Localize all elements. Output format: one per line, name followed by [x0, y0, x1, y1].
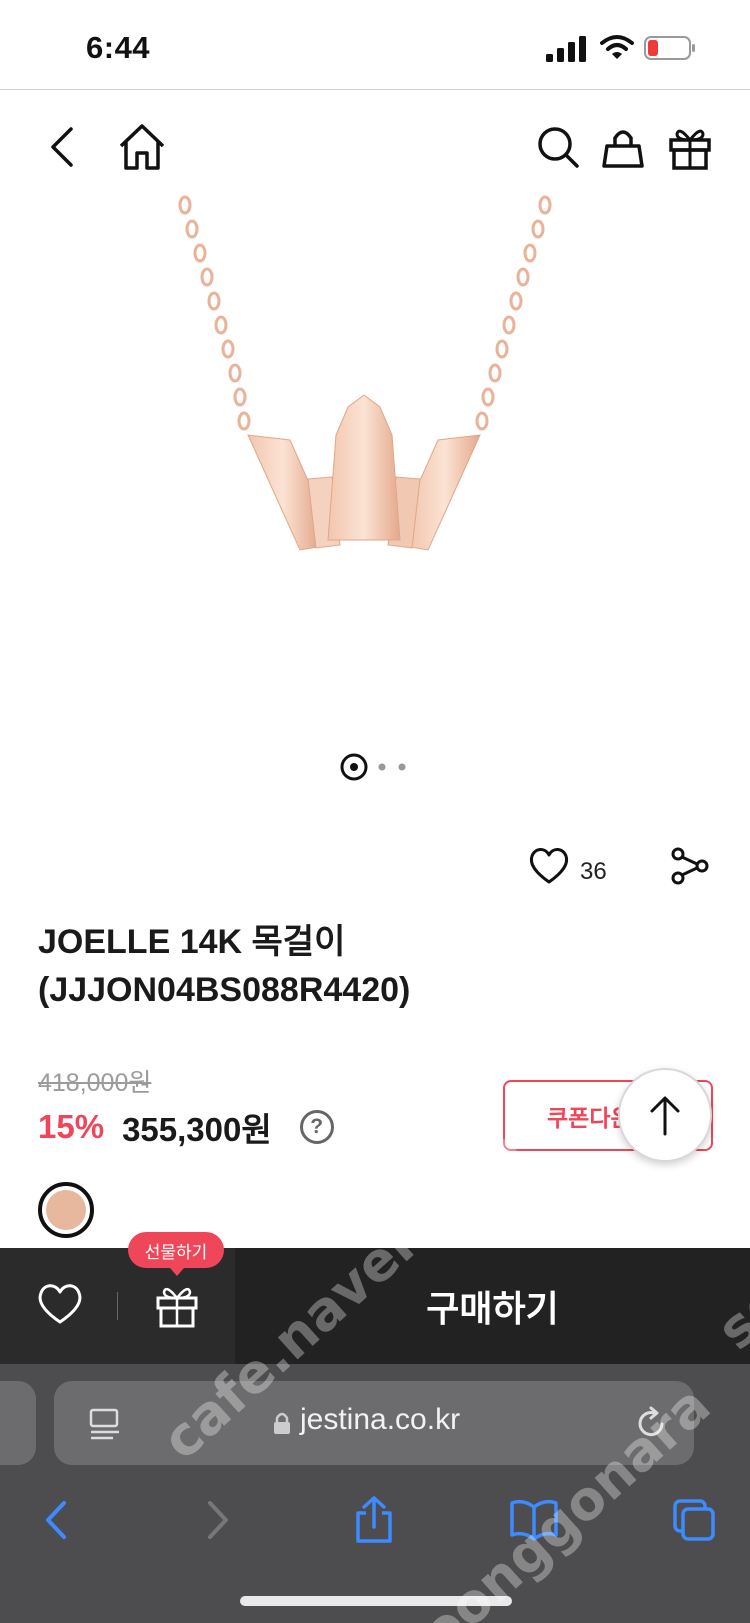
back-icon: [51, 127, 73, 167]
battery-icon: [644, 36, 695, 60]
status-time: 6:44: [86, 30, 151, 65]
carousel-dot: [398, 763, 406, 771]
gift-icon: [156, 1287, 198, 1328]
price-row: 15% 355,300원 ?: [38, 1102, 334, 1152]
cart-button[interactable]: [597, 121, 649, 173]
browser-back-button[interactable]: [30, 1494, 82, 1546]
reader-icon[interactable]: [88, 1407, 122, 1441]
tabs-icon: [673, 1499, 715, 1541]
wishlist-button[interactable]: [32, 1276, 88, 1332]
wifi-icon: [600, 35, 634, 59]
browser-chrome: jestina.co.kr: [0, 1364, 750, 1623]
signal-icon: [546, 36, 586, 62]
gift-tooltip: 선물하기: [128, 1232, 224, 1276]
gift-icon: [669, 129, 711, 170]
back-button[interactable]: [36, 121, 88, 173]
cart-icon: [602, 130, 644, 168]
buy-button[interactable]: 구매하기: [235, 1248, 750, 1364]
product-title-code: (JJJON04BS088R4420): [38, 971, 411, 1009]
tabs-button[interactable]: [668, 1494, 720, 1546]
buy-button-label: 구매하기: [426, 1288, 559, 1329]
product-title: JOELLE 14K 목걸이 (JJJON04BS088R4420): [38, 918, 678, 1014]
share-icon[interactable]: [670, 846, 710, 886]
share-icon: [356, 1496, 392, 1543]
color-swatch-fill: [46, 1190, 86, 1230]
home-indicator[interactable]: [240, 1596, 512, 1606]
bar-divider: [117, 1292, 118, 1320]
search-button[interactable]: [532, 121, 584, 173]
scroll-top-button[interactable]: [618, 1068, 712, 1162]
original-price: 418,000원: [38, 1069, 152, 1097]
product-action-row: 36: [0, 840, 750, 900]
color-option-swatch[interactable]: [38, 1182, 94, 1238]
previous-tab[interactable]: [0, 1381, 36, 1465]
browser-forward-button[interactable]: [192, 1494, 244, 1546]
carousel-indicator[interactable]: [340, 752, 420, 782]
address-bar[interactable]: jestina.co.kr: [54, 1381, 694, 1465]
carousel-dot: [378, 763, 386, 771]
chevron-left-icon: [46, 1501, 66, 1539]
home-icon: [119, 124, 165, 170]
sale-price: 355,300원: [122, 1111, 272, 1148]
chevron-right-icon: [208, 1501, 228, 1539]
search-icon: [538, 127, 579, 168]
purchase-bar: 구매하기: [0, 1248, 750, 1364]
bookmarks-button[interactable]: [508, 1494, 560, 1546]
product-title-name: JOELLE 14K 목걸이: [38, 923, 346, 961]
heart-icon[interactable]: [528, 846, 570, 886]
gift-button[interactable]: [664, 121, 716, 173]
lock-icon: [274, 1412, 290, 1434]
reload-icon[interactable]: [634, 1406, 668, 1440]
url-text: jestina.co.kr: [300, 1403, 461, 1436]
like-count: 36: [580, 858, 607, 885]
home-button[interactable]: [116, 121, 168, 173]
share-button[interactable]: [348, 1494, 400, 1546]
arrow-up-icon: [650, 1096, 680, 1136]
help-icon[interactable]: ?: [299, 1110, 334, 1144]
status-bar: 6:44: [0, 0, 750, 90]
heart-outline-icon: [38, 1284, 82, 1324]
discount-rate: 15%: [38, 1108, 105, 1145]
nav-header: [0, 91, 750, 201]
product-image[interactable]: [130, 195, 590, 575]
gift-purchase-button[interactable]: [148, 1276, 206, 1334]
book-icon: [510, 1499, 558, 1541]
